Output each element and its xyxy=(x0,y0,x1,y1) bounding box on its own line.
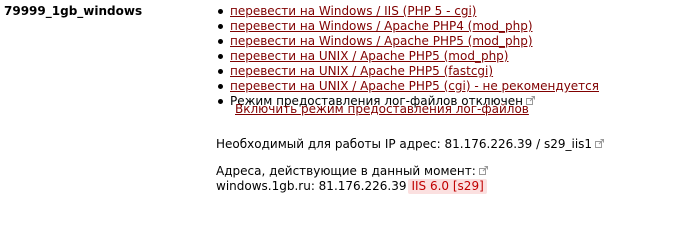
list-item: перевести на UNIX / Apache PHP5 (cgi) - … xyxy=(216,79,599,94)
list-item: перевести на Windows / IIS (PHP 5 - cgi) xyxy=(216,4,599,19)
external-link-icon[interactable] xyxy=(478,166,488,175)
bullet xyxy=(218,84,223,89)
account-name: 79999_1gb_windows xyxy=(4,4,143,18)
current-addresses-heading-row: Адреса, действующие в данный момент: xyxy=(216,164,488,179)
bullet xyxy=(218,99,223,104)
domain-address-text: windows.1gb.ru: 81.176.226.39 xyxy=(216,179,407,193)
bullet xyxy=(218,54,223,59)
current-address-row: windows.1gb.ru: 81.176.226.39 IIS 6.0 [s2… xyxy=(216,179,487,194)
bullet xyxy=(218,9,223,14)
switch-windows-apache-php5-link[interactable]: перевести на Windows / Apache PHP5 (mod_… xyxy=(230,34,533,48)
list-item: перевести на UNIX / Apache PHP5 (fastcgi… xyxy=(216,64,599,79)
list-item: перевести на Windows / Apache PHP4 (mod_… xyxy=(216,19,599,34)
bullet xyxy=(218,24,223,29)
list-item: перевести на Windows / Apache PHP5 (mod_… xyxy=(216,34,599,49)
switch-windows-apache-php4-link[interactable]: перевести на Windows / Apache PHP4 (mod_… xyxy=(230,19,533,33)
server-badge: IIS 6.0 [s29] xyxy=(408,179,487,194)
hosting-options-list: перевести на Windows / IIS (PHP 5 - cgi)… xyxy=(216,4,599,109)
required-ip-text: Необходимый для работы IP адрес: 81.176.… xyxy=(216,137,593,151)
switch-unix-cgi-link[interactable]: перевести на UNIX / Apache PHP5 (cgi) - … xyxy=(230,79,599,93)
current-addresses-heading: Адреса, действующие в данный момент: xyxy=(216,164,476,178)
bullet xyxy=(218,69,223,74)
bullet xyxy=(218,39,223,44)
switch-unix-fastcgi-link[interactable]: перевести на UNIX / Apache PHP5 (fastcgi… xyxy=(230,64,493,78)
enable-logs-link[interactable]: Включить режим предоставления лог-файлов xyxy=(235,102,529,116)
switch-windows-iis-link[interactable]: перевести на Windows / IIS (PHP 5 - cgi) xyxy=(230,4,476,18)
list-item: перевести на UNIX / Apache PHP5 (mod_php… xyxy=(216,49,599,64)
switch-unix-modphp-link[interactable]: перевести на UNIX / Apache PHP5 (mod_php… xyxy=(230,49,508,63)
required-ip-row: Необходимый для работы IP адрес: 81.176.… xyxy=(216,137,605,152)
external-link-icon[interactable] xyxy=(595,139,605,148)
